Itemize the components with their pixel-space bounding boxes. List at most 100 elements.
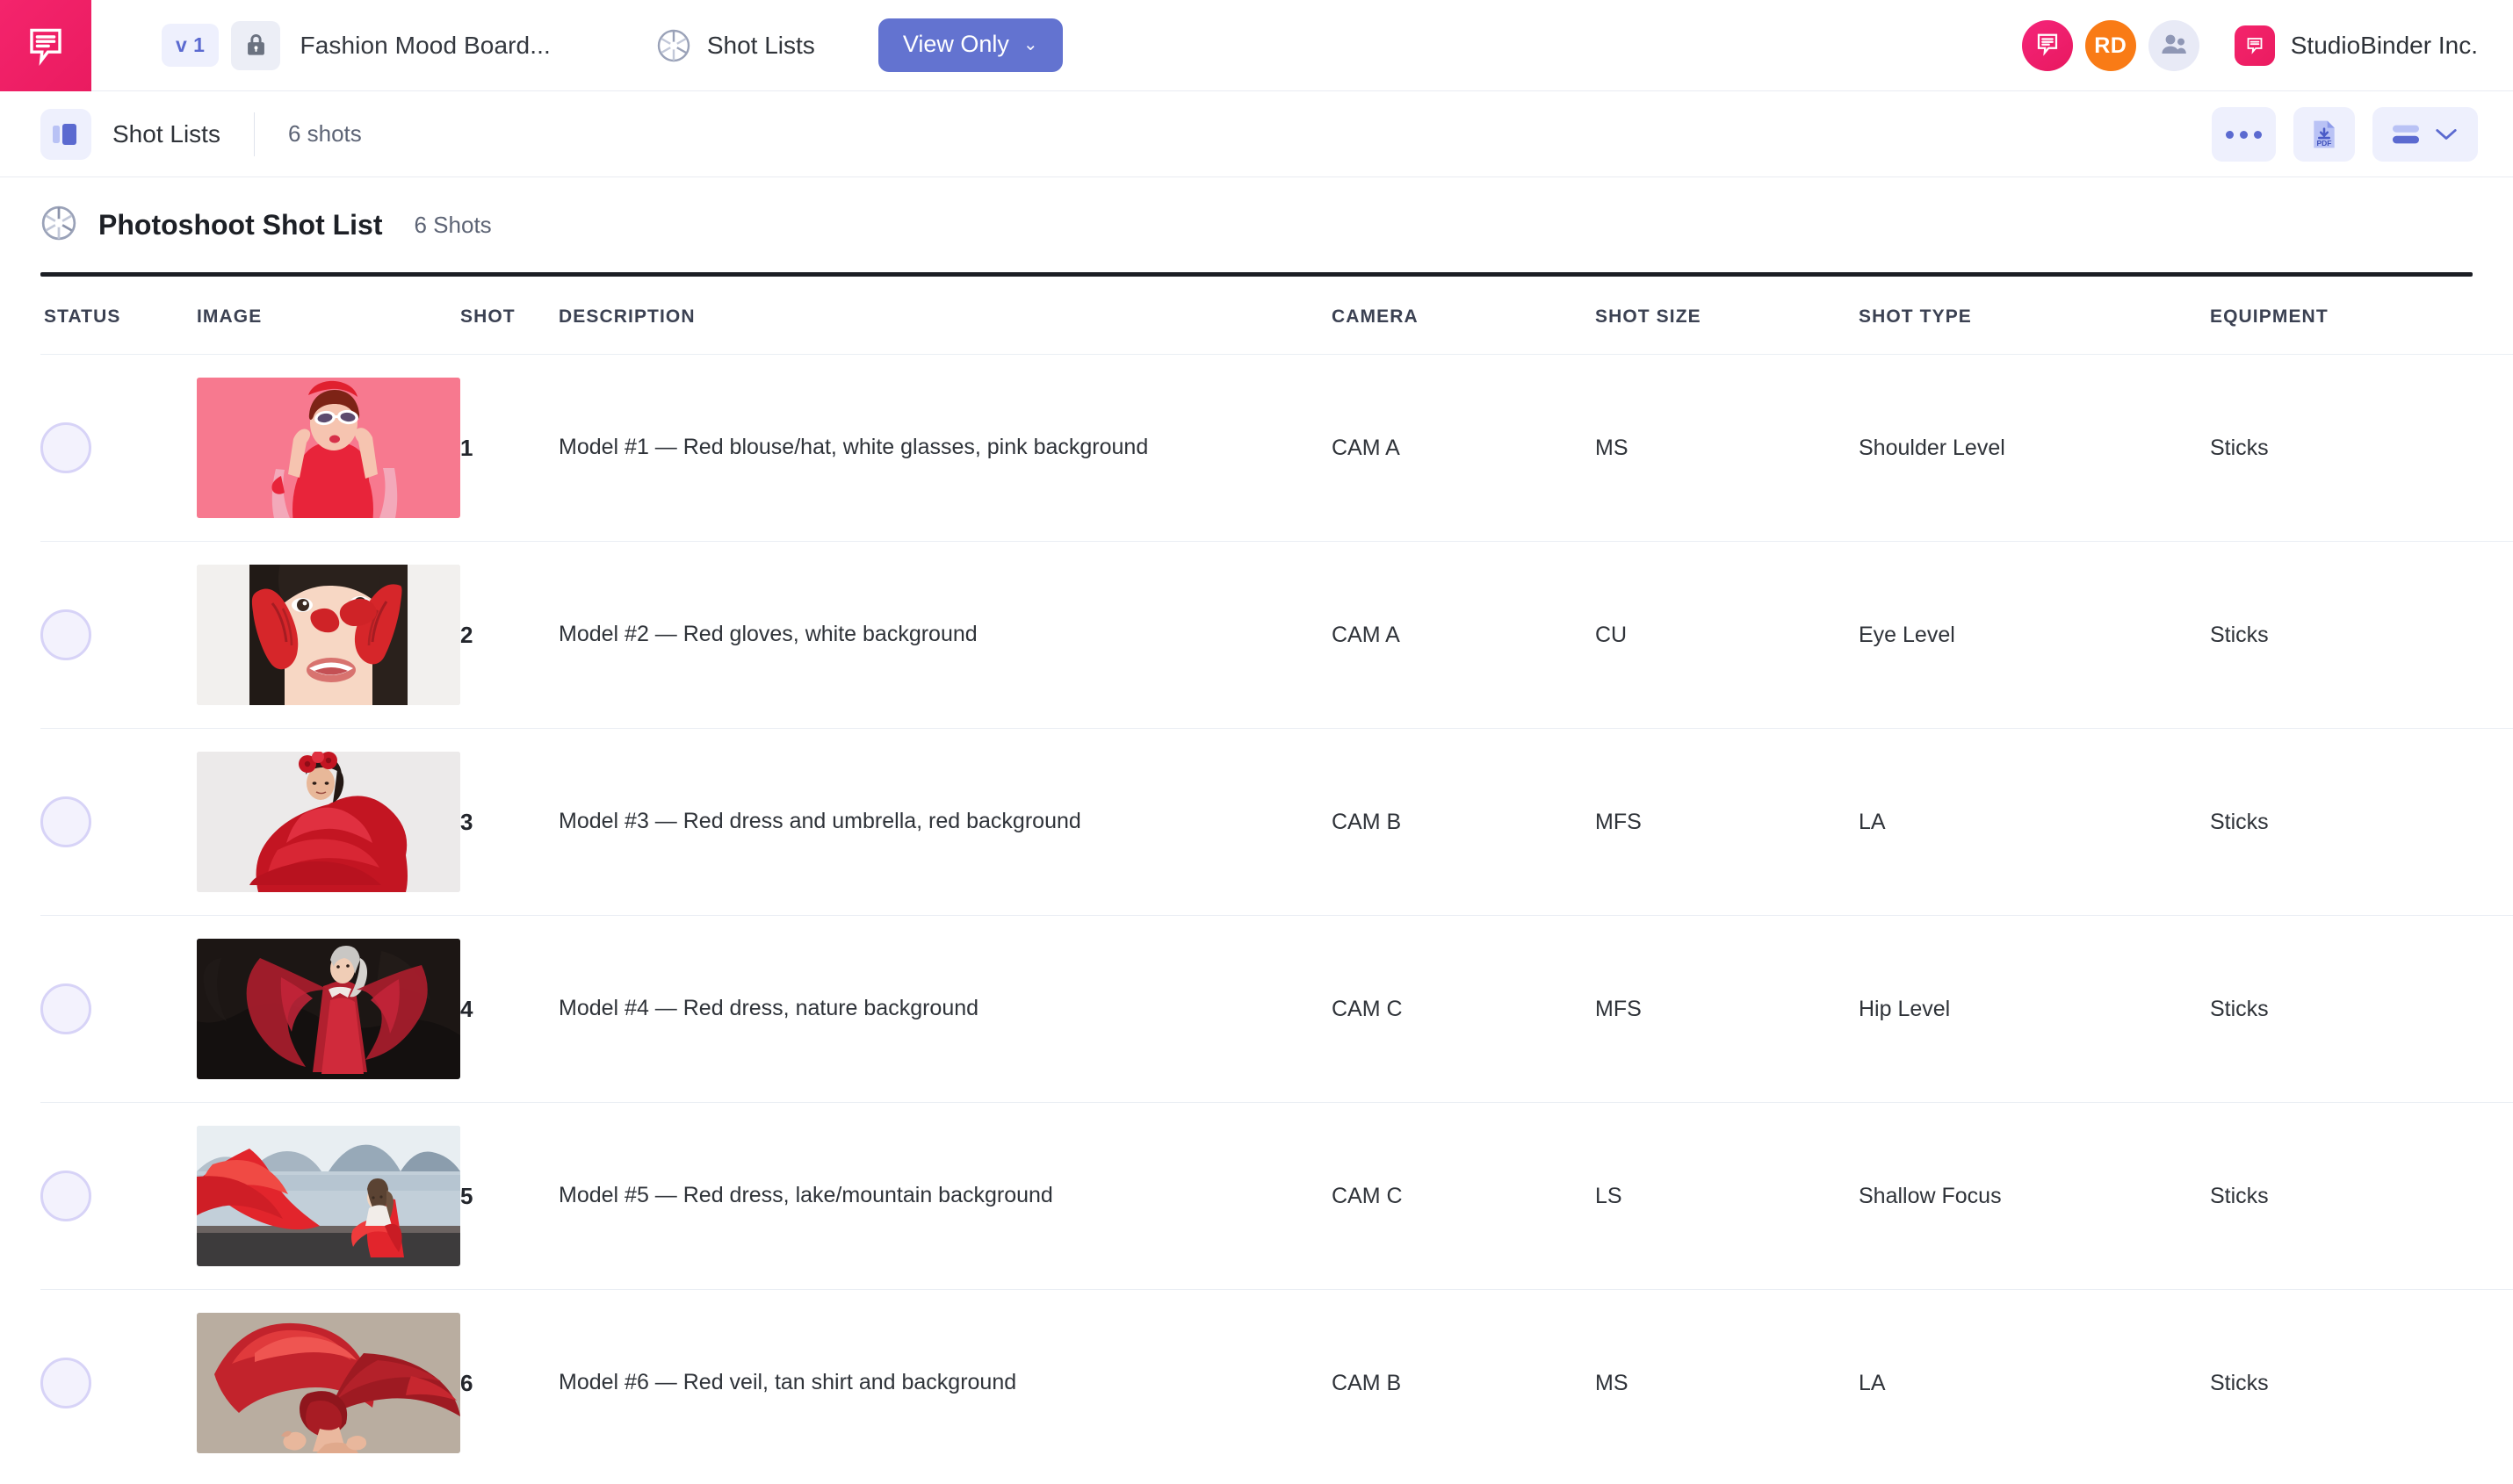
- status-toggle[interactable]: [40, 983, 91, 1034]
- cell-shot-type: Shoulder Level: [1859, 355, 2210, 542]
- chevron-down-icon: ⌄: [1023, 36, 1038, 54]
- section-header: Photoshoot Shot List 6 Shots: [40, 177, 2473, 272]
- shot-description: Model #3 — Red dress and umbrella, red b…: [559, 806, 1332, 838]
- shot-description: Model #4 — Red dress, nature background: [559, 993, 1332, 1025]
- toolbar-title: Shot Lists: [112, 120, 220, 148]
- cell-equipment: Sticks: [2210, 1290, 2513, 1477]
- shot-thumbnail[interactable]: [197, 752, 460, 892]
- cell-image: [197, 1290, 460, 1477]
- shot-size-value: MS: [1595, 1371, 1628, 1395]
- shot-number: 3: [460, 809, 473, 835]
- shot-thumbnail[interactable]: [197, 1313, 460, 1453]
- column-header-equipment[interactable]: EQUIPMENT: [2210, 277, 2513, 355]
- shot-description: Model #5 — Red dress, lake/mountain back…: [559, 1180, 1332, 1212]
- shot-type-value: LA: [1859, 810, 1886, 834]
- shot-lists-panel-button[interactable]: [40, 109, 91, 160]
- lock-icon: [244, 32, 268, 59]
- row-layout-icon: [2393, 124, 2419, 145]
- shot-type-value: LA: [1859, 1371, 1886, 1395]
- shot-size-value: LS: [1595, 1184, 1622, 1208]
- column-header-camera[interactable]: CAMERA: [1332, 277, 1595, 355]
- equipment-value: Sticks: [2210, 997, 2269, 1021]
- cell-description: Model #3 — Red dress and umbrella, red b…: [559, 729, 1332, 916]
- column-header-status[interactable]: STATUS: [40, 277, 197, 355]
- more-options-button[interactable]: [2212, 107, 2276, 162]
- status-toggle[interactable]: [40, 1171, 91, 1221]
- cell-description: Model #6 — Red veil, tan shirt and backg…: [559, 1290, 1332, 1477]
- organization-logo-icon: [2235, 25, 2275, 66]
- equipment-value: Sticks: [2210, 810, 2269, 834]
- equipment-value: Sticks: [2210, 1371, 2269, 1395]
- shot-thumbnail[interactable]: [197, 1126, 460, 1266]
- table-row[interactable]: 2 Model #2 — Red gloves, white backgroun…: [40, 542, 2513, 729]
- cell-camera: CAM B: [1332, 1290, 1595, 1477]
- camera-value: CAM A: [1332, 623, 1400, 647]
- avatar-initials: RD: [2094, 33, 2127, 59]
- column-header-shot-type[interactable]: SHOT TYPE: [1859, 277, 2210, 355]
- table-row[interactable]: 1 Model #1 — Red blouse/hat, white glass…: [40, 355, 2513, 542]
- table-header-row: STATUS IMAGE SHOT DESCRIPTION CAMERA SHO…: [40, 277, 2513, 355]
- avatar-team-button[interactable]: [2148, 20, 2199, 71]
- shot-thumbnail[interactable]: [197, 939, 460, 1079]
- shot-thumbnail[interactable]: [197, 565, 460, 705]
- column-header-shot-size[interactable]: SHOT SIZE: [1595, 277, 1859, 355]
- column-header-shot[interactable]: SHOT: [460, 277, 559, 355]
- shot-number: 6: [460, 1370, 473, 1396]
- column-header-description[interactable]: DESCRIPTION: [559, 277, 1332, 355]
- cell-camera: CAM B: [1332, 729, 1595, 916]
- cell-shot-type: Hip Level: [1859, 916, 2210, 1103]
- shot-list-section: Photoshoot Shot List 6 Shots STATUS IMAG…: [0, 177, 2513, 1476]
- studiobinder-logo-button[interactable]: [0, 0, 91, 91]
- cell-image: [197, 542, 460, 729]
- shot-description: Model #6 — Red veil, tan shirt and backg…: [559, 1367, 1332, 1399]
- table-row[interactable]: 5 Model #5 — Red dress, lake/mountain ba…: [40, 1103, 2513, 1290]
- avatar-studiobinder[interactable]: [2022, 20, 2073, 71]
- cell-status: [40, 542, 197, 729]
- version-chip[interactable]: v 1: [162, 24, 219, 67]
- cell-status: [40, 355, 197, 542]
- people-icon: [2160, 32, 2188, 60]
- camera-value: CAM A: [1332, 436, 1400, 460]
- table-row[interactable]: 4 Model #4 — Red dress, nature backgroun…: [40, 916, 2513, 1103]
- status-toggle[interactable]: [40, 422, 91, 473]
- shot-type-value: Shoulder Level: [1859, 436, 2005, 460]
- cell-shot-size: CU: [1595, 542, 1859, 729]
- panel-layout-icon: [53, 123, 79, 146]
- cell-shot-size: LS: [1595, 1103, 1859, 1290]
- cell-image: [197, 729, 460, 916]
- shot-thumbnail[interactable]: [197, 378, 460, 518]
- document-identity-group: v 1 Fashion Mood Board...: [162, 21, 551, 70]
- camera-value: CAM C: [1332, 1184, 1403, 1208]
- cell-shot-size: MS: [1595, 1290, 1859, 1477]
- table-row[interactable]: 6 Model #6 — Red veil, tan shirt and bac…: [40, 1290, 2513, 1477]
- cell-camera: CAM C: [1332, 916, 1595, 1103]
- layout-select-button[interactable]: [2372, 107, 2478, 162]
- export-pdf-button[interactable]: PDF: [2293, 107, 2355, 162]
- cell-status: [40, 916, 197, 1103]
- cell-description: Model #1 — Red blouse/hat, white glasses…: [559, 355, 1332, 542]
- status-toggle[interactable]: [40, 796, 91, 847]
- shot-size-value: CU: [1595, 623, 1627, 647]
- shot-list-table: STATUS IMAGE SHOT DESCRIPTION CAMERA SHO…: [40, 277, 2513, 1476]
- shot-lists-nav-group[interactable]: Shot Lists: [656, 28, 815, 63]
- cell-description: Model #5 — Red dress, lake/mountain back…: [559, 1103, 1332, 1290]
- status-toggle[interactable]: [40, 609, 91, 660]
- shot-number: 2: [460, 622, 473, 648]
- document-title[interactable]: Fashion Mood Board...: [300, 32, 550, 60]
- status-toggle[interactable]: [40, 1358, 91, 1408]
- organization-group[interactable]: StudioBinder Inc.: [2235, 25, 2478, 66]
- cell-description: Model #2 — Red gloves, white background: [559, 542, 1332, 729]
- table-row[interactable]: 3 Model #3 — Red dress and umbrella, red…: [40, 729, 2513, 916]
- pdf-download-icon: PDF: [2311, 119, 2337, 149]
- equipment-value: Sticks: [2210, 1184, 2269, 1208]
- column-header-image[interactable]: IMAGE: [197, 277, 460, 355]
- cell-shot: 5: [460, 1103, 559, 1290]
- shot-description: Model #2 — Red gloves, white background: [559, 619, 1332, 651]
- organization-name: StudioBinder Inc.: [2291, 32, 2478, 60]
- secondary-toolbar: Shot Lists 6 shots PDF: [0, 91, 2513, 177]
- lock-chip-button[interactable]: [231, 21, 280, 70]
- avatar-user-rd[interactable]: RD: [2085, 20, 2136, 71]
- chevron-down-icon: [2435, 127, 2458, 141]
- view-only-button[interactable]: View Only ⌄: [878, 18, 1063, 72]
- cell-image: [197, 355, 460, 542]
